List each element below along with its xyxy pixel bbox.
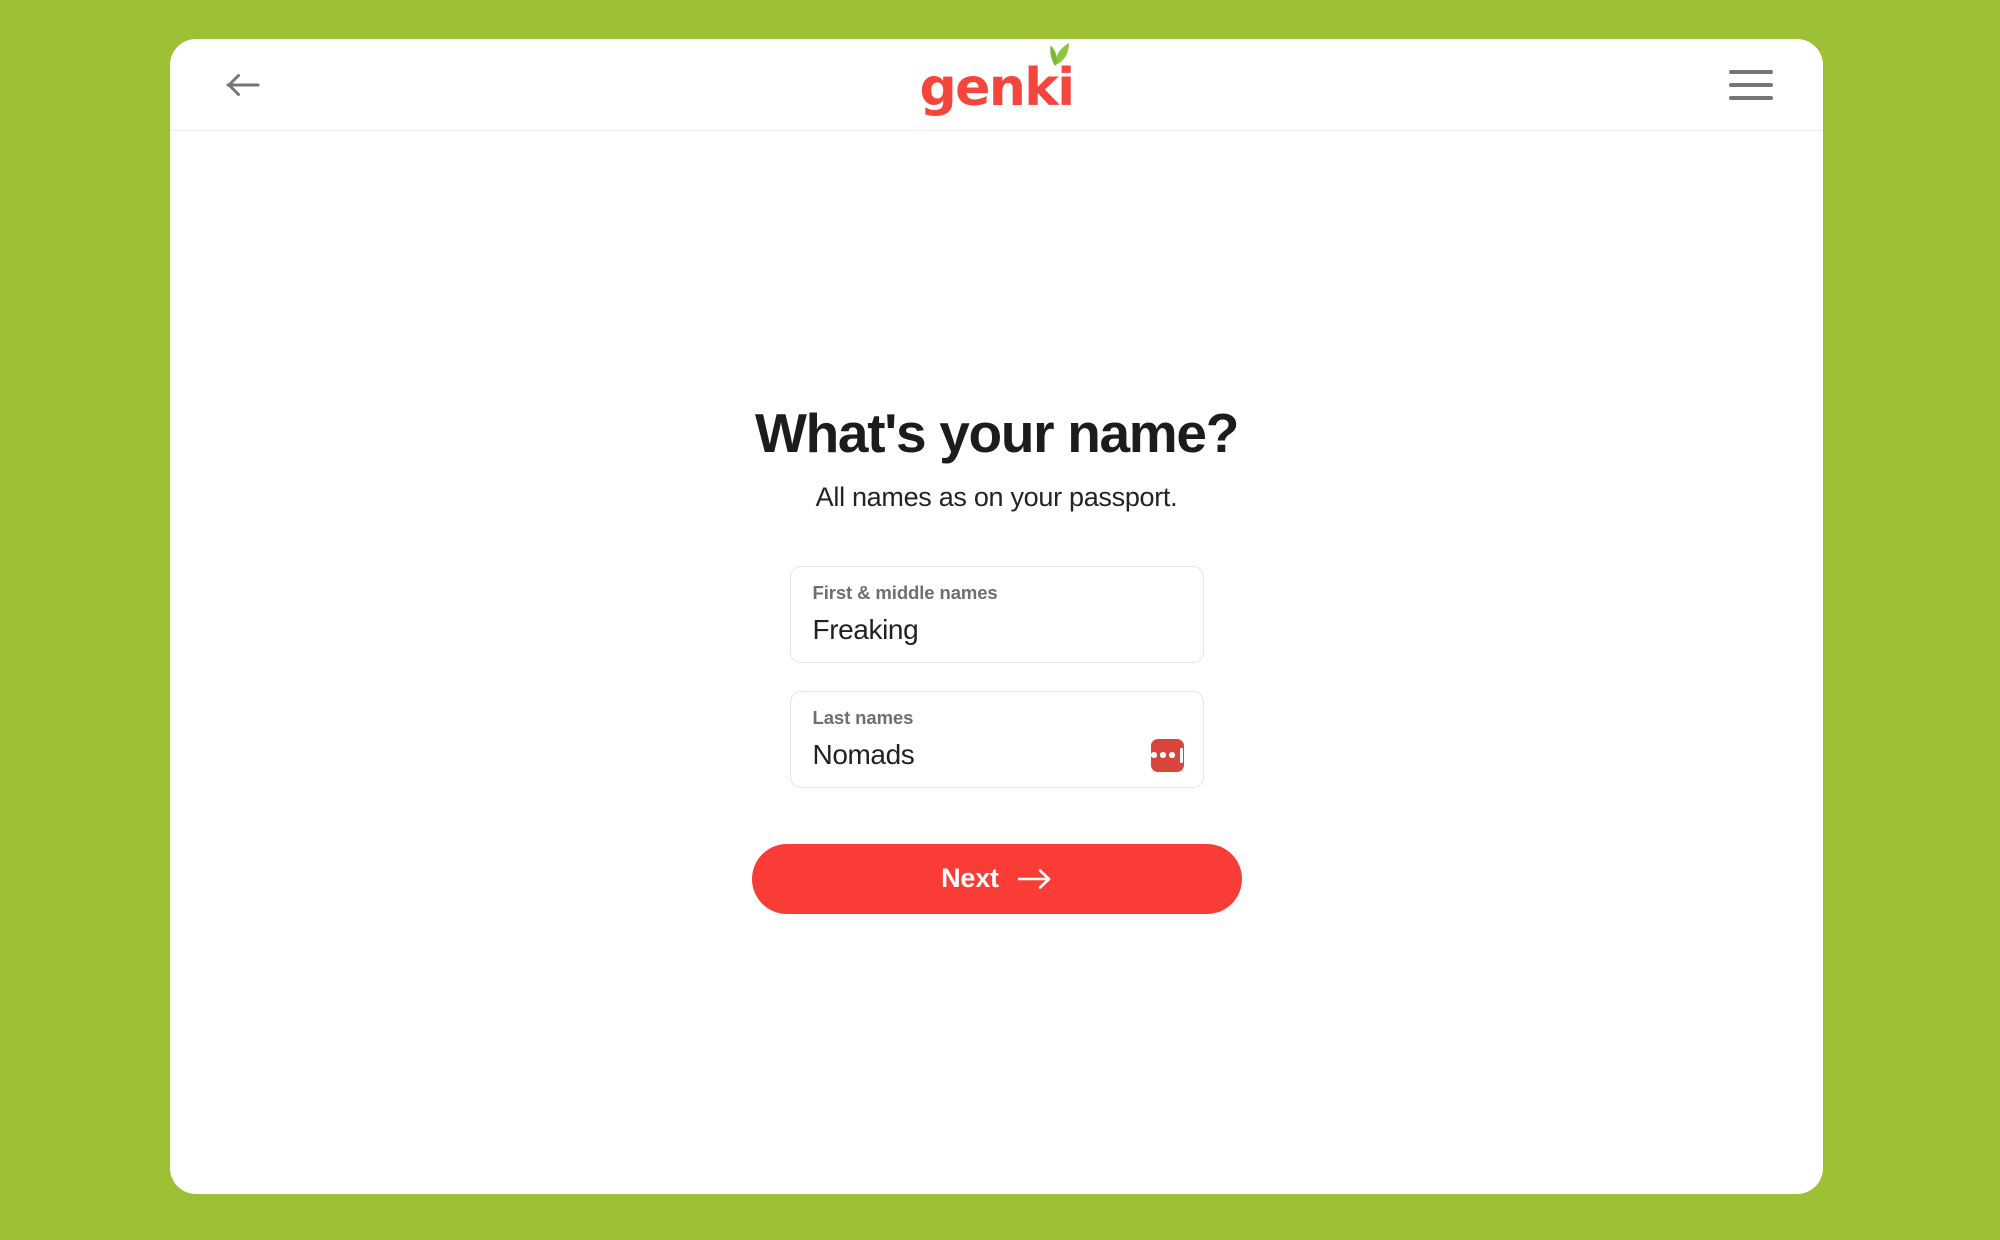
page-subtitle: All names as on your passport. <box>815 481 1178 512</box>
first-middle-names-input[interactable]: Freaking <box>813 614 1181 646</box>
arrow-left-icon <box>226 72 260 98</box>
form-content: What's your name? All names as on your p… <box>727 402 1267 914</box>
hamburger-menu-icon-bar-1 <box>1729 69 1773 74</box>
app-card: genki What's your name? All names as on … <box>170 39 1823 1194</box>
last-names-label: Last names <box>812 706 914 728</box>
hamburger-menu-button[interactable] <box>1727 63 1775 107</box>
lastpass-cursor-bar <box>1180 747 1183 763</box>
brand-logo[interactable]: genki <box>920 42 1075 114</box>
last-names-input[interactable]: Nomads <box>813 739 1181 771</box>
arrow-right-icon <box>1017 868 1052 890</box>
viewport: genki What's your name? All names as on … <box>0 0 2000 1240</box>
lastpass-dot-2 <box>1160 752 1166 758</box>
hamburger-menu-icon-bar-2 <box>1729 82 1773 87</box>
next-button[interactable]: Next <box>751 843 1242 914</box>
back-button[interactable] <box>220 62 266 108</box>
name-fields-group: First & middle names Freaking Last names… <box>789 565 1204 788</box>
next-button-label: Next <box>941 863 999 894</box>
app-header: genki <box>170 39 1823 131</box>
page-title: What's your name? <box>755 402 1239 464</box>
lastpass-dot-1 <box>1151 752 1157 758</box>
first-middle-names-label: First & middle names <box>812 581 998 603</box>
app-main: What's your name? All names as on your p… <box>170 131 1823 1194</box>
last-names-field[interactable]: Last names Nomads <box>789 690 1204 788</box>
lastpass-icon[interactable] <box>1150 738 1184 772</box>
lastpass-dot-3 <box>1169 752 1175 758</box>
hamburger-menu-icon-bar-3 <box>1729 95 1773 100</box>
first-middle-names-field[interactable]: First & middle names Freaking <box>789 565 1204 663</box>
leaf-icon <box>1036 40 1072 70</box>
